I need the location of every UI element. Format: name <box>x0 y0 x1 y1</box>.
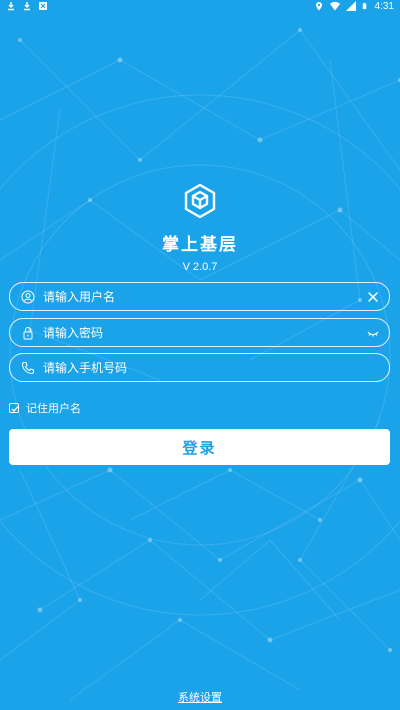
eye-closed-icon[interactable] <box>367 327 379 339</box>
password-input[interactable] <box>43 319 367 346</box>
wifi-icon <box>329 1 340 11</box>
clear-icon[interactable] <box>367 291 379 303</box>
remember-username[interactable]: 记住用户名 <box>9 400 81 416</box>
signal-icon <box>345 1 356 11</box>
remember-label: 记住用户名 <box>26 402 81 415</box>
password-field[interactable] <box>9 318 390 347</box>
location-icon <box>315 2 322 11</box>
app-version: V 2.0.7 <box>182 261 218 273</box>
battery-icon <box>362 2 366 10</box>
phone-icon <box>21 361 34 374</box>
username-field[interactable] <box>9 282 390 311</box>
download-icon <box>8 2 14 11</box>
app-logo-cube-icon <box>184 183 216 219</box>
phone-input[interactable] <box>43 354 389 381</box>
notification-icon <box>39 2 47 10</box>
login-button[interactable]: 登录 <box>9 429 390 465</box>
download-icon <box>24 2 30 11</box>
phone-field[interactable] <box>9 353 390 382</box>
footer: 系统设置 <box>0 689 400 705</box>
checkmark-icon <box>11 406 19 412</box>
app-title: 掌上基层 <box>162 235 238 255</box>
lock-icon <box>23 326 33 339</box>
user-icon <box>21 290 35 303</box>
system-settings-link[interactable]: 系统设置 <box>178 691 222 704</box>
status-bar: 4:31 <box>0 0 400 12</box>
username-input[interactable] <box>43 283 367 310</box>
remember-checkbox[interactable] <box>9 403 19 413</box>
status-left <box>6 1 48 11</box>
status-time: 4:31 <box>374 0 394 12</box>
status-right: 4:31 <box>314 1 394 12</box>
